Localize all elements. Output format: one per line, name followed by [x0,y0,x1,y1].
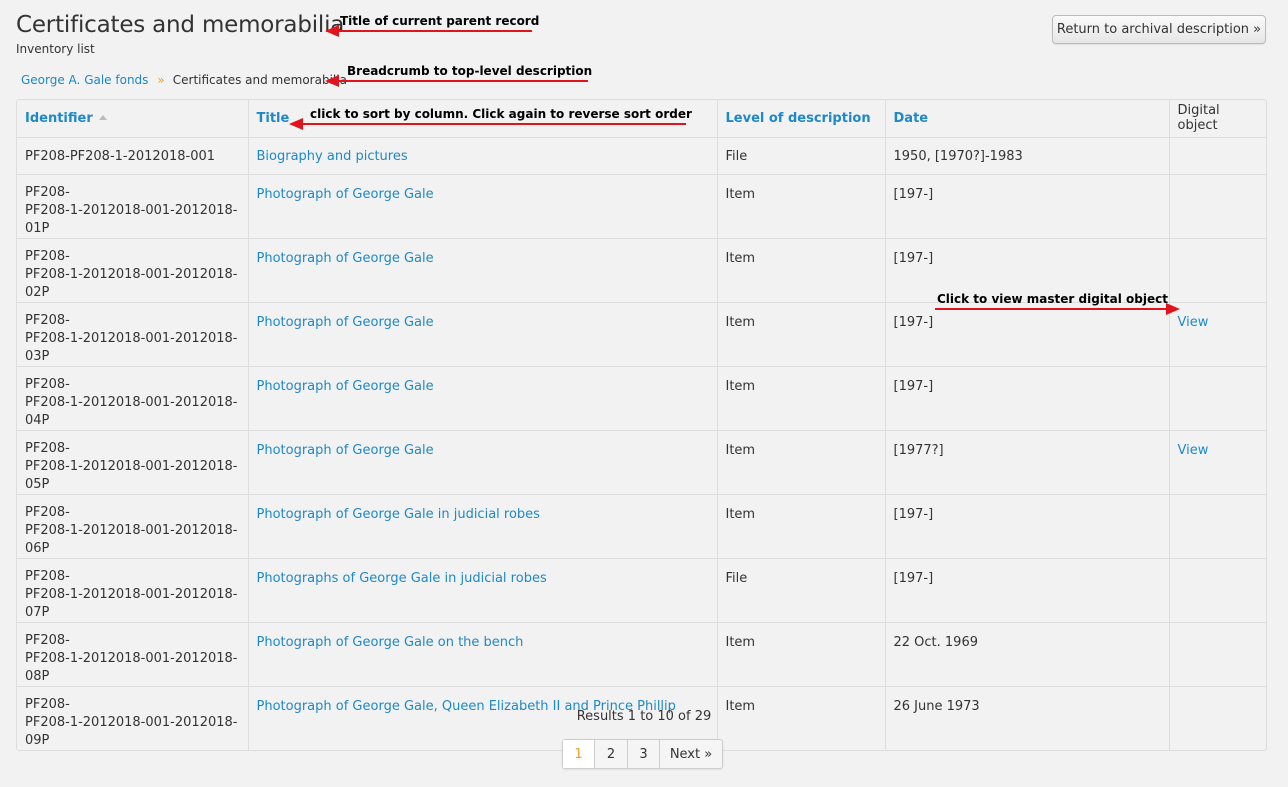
digital-object-cell: View [1169,302,1266,367]
view-digital-object-link[interactable]: View [1178,315,1209,330]
identifier-cell: PF208- PF208-1-2012018-001-2012018-03P [17,302,249,367]
level-cell: Item [717,494,886,559]
date-cell: 1950, [1970?]-1983 [885,137,1170,175]
table-row: PF208- PF208-1-2012018-001-2012018-08P Pho… [17,622,1266,687]
annotation-sort-note: click to sort by column. Click again to … [310,107,692,121]
title-cell: Photograph of George Gale [248,302,718,367]
sort-ascending-icon [98,114,107,120]
title-link[interactable]: Biography and pictures [257,149,408,164]
breadcrumb-link-fonds[interactable]: George A. Gale fonds [21,73,148,87]
table-row: PF208- PF208-1-2012018-001-2012018-04P Pho… [17,366,1266,431]
table-row: PF208- PF208-1-2012018-001-2012018-03P Pho… [17,302,1266,367]
title-cell: Photograph of George Gale [248,238,718,303]
table-row: PF208-PF208-1-2012018-001 Biography and p… [17,137,1266,175]
title-cell: Photograph of George Gale [248,174,718,239]
annotation-digital-note: Click to view master digital object [937,292,1168,306]
title-link[interactable]: Photograph of George Gale [257,251,434,266]
title-link[interactable]: Photograph of George Gale [257,315,434,330]
inventory-table: Identifier Title Level of description Da… [16,99,1267,751]
title-cell: Biography and pictures [248,137,718,175]
title-cell: Photograph of George Gale [248,430,718,495]
page-2-button[interactable]: 2 [595,740,628,768]
identifier-cell: PF208- PF208-1-2012018-001-2012018-01P [17,174,249,239]
digital-object-cell [1169,137,1266,175]
level-cell: File [717,137,886,175]
date-cell: [197-] [885,302,1170,367]
page-3-button[interactable]: 3 [628,740,660,768]
identifier-cell: PF208- PF208-1-2012018-001-2012018-06P [17,494,249,559]
level-cell: Item [717,302,886,367]
title-link[interactable]: Photograph of George Gale on the bench [257,635,524,650]
column-header-digital-object: Digital object [1169,100,1266,138]
page-1-button[interactable]: 1 [563,740,595,768]
table-row: PF208- PF208-1-2012018-001-2012018-06P Pho… [17,494,1266,559]
date-cell: [197-] [885,366,1170,431]
identifier-cell: PF208- PF208-1-2012018-001-2012018-02P [17,238,249,303]
title-cell: Photograph of George Gale [248,366,718,431]
date-cell: [197-] [885,174,1170,239]
title-cell: Photographs of George Gale in judicial r… [248,558,718,623]
table-row: PF208- PF208-1-2012018-001-2012018-01P Pho… [17,174,1266,239]
return-to-archival-description-button[interactable]: Return to archival description » [1052,15,1266,44]
title-link[interactable]: Photograph of George Gale [257,187,434,202]
title-cell: Photograph of George Gale in judicial ro… [248,494,718,559]
identifier-cell: PF208- PF208-1-2012018-001-2012018-04P [17,366,249,431]
pagination: 1 2 3 Next » [562,739,723,769]
annotation-breadcrumb-note: Breadcrumb to top-level description [347,64,593,78]
digital-object-cell [1169,558,1266,623]
digital-object-cell [1169,366,1266,431]
next-page-button[interactable]: Next » [660,740,722,768]
title-link[interactable]: Photograph of George Gale in judicial ro… [257,507,540,522]
annotation-title-note: Title of current parent record [340,14,540,28]
level-cell: Item [717,238,886,303]
identifier-cell: PF208- PF208-1-2012018-001-2012018-07P [17,558,249,623]
column-header-date[interactable]: Date [885,100,1170,138]
level-cell: File [717,558,886,623]
level-cell: Item [717,366,886,431]
title-link[interactable]: Photograph of George Gale [257,443,434,458]
page-subtitle: Inventory list [16,42,95,56]
level-cell: Item [717,174,886,239]
title-link[interactable]: Photograph of George Gale [257,379,434,394]
digital-object-cell [1169,494,1266,559]
view-digital-object-link[interactable]: View [1178,443,1209,458]
breadcrumb-separator: » [157,73,165,87]
table-row: PF208- PF208-1-2012018-001-2012018-05P Pho… [17,430,1266,495]
identifier-cell: PF208- PF208-1-2012018-001-2012018-08P [17,622,249,687]
level-cell: Item [717,430,886,495]
level-cell: Item [717,622,886,687]
page-title: Certificates and memorabilia [16,12,345,38]
table-row: PF208- PF208-1-2012018-001-2012018-07P Pho… [17,558,1266,623]
digital-object-cell [1169,622,1266,687]
digital-object-cell: View [1169,430,1266,495]
date-cell: [1977?] [885,430,1170,495]
results-count: Results 1 to 10 of 29 [576,709,712,724]
digital-object-cell [1169,174,1266,239]
date-cell: [197-] [885,558,1170,623]
title-link[interactable]: Photographs of George Gale in judicial r… [257,571,547,586]
date-cell: 22 Oct. 1969 [885,622,1170,687]
column-header-identifier[interactable]: Identifier [17,100,249,138]
title-cell: Photograph of George Gale on the bench [248,622,718,687]
column-header-level[interactable]: Level of description [717,100,886,138]
digital-object-cell [1169,238,1266,303]
breadcrumb: George A. Gale fonds » Certificates and … [21,73,347,87]
breadcrumb-current: Certificates and memorabilia [172,73,347,87]
identifier-cell: PF208-PF208-1-2012018-001 [17,137,249,175]
identifier-cell: PF208- PF208-1-2012018-001-2012018-05P [17,430,249,495]
date-cell: [197-] [885,494,1170,559]
